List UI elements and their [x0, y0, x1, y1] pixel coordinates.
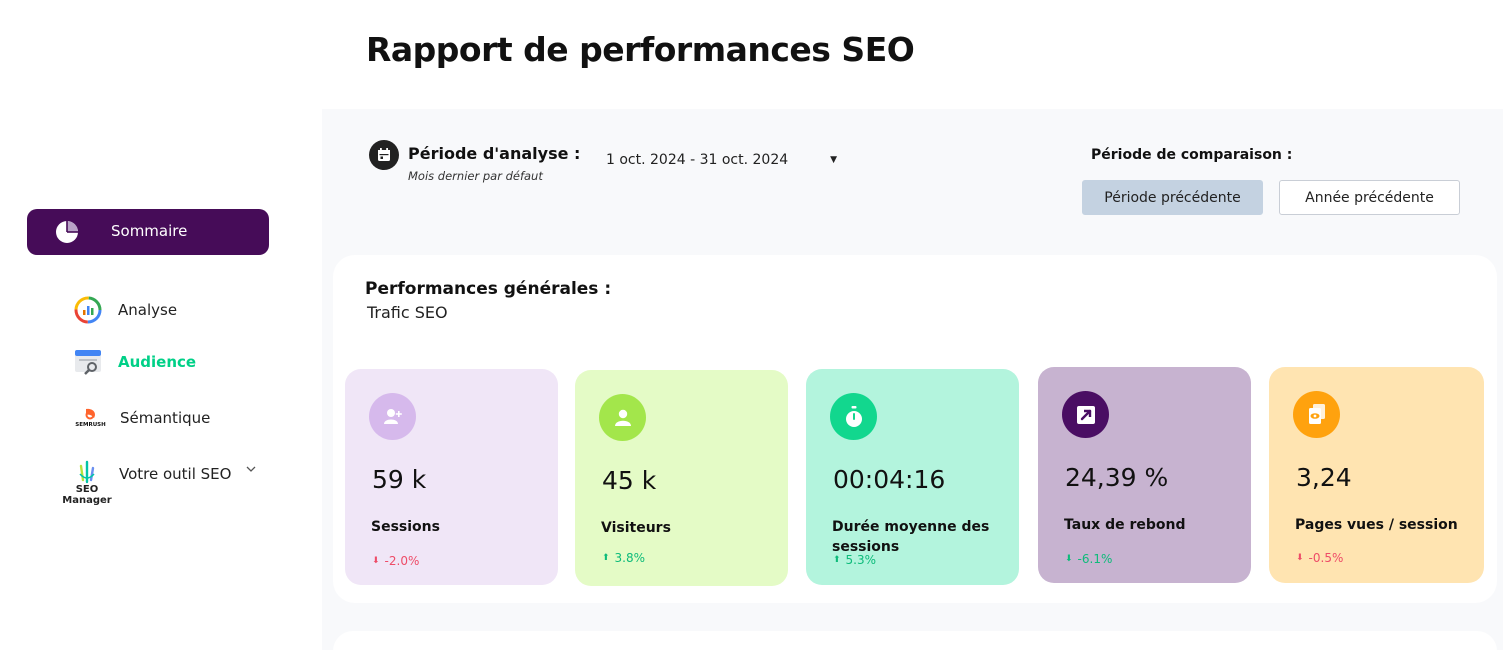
- sidebar-item-semantique[interactable]: SEMRUSH Sémantique: [73, 406, 210, 430]
- arrow-down-icon: ⬇: [1065, 554, 1073, 564]
- semrush-wordmark: SEMRUSH: [75, 422, 106, 428]
- seo-manager-icon: [79, 460, 95, 484]
- calendar-icon: [369, 140, 399, 170]
- chevron-down-icon[interactable]: [245, 463, 257, 475]
- kpi-delta: ⬆ 3.8%: [602, 551, 645, 565]
- add-user-icon: [369, 393, 416, 440]
- kpi-value: 59 k: [372, 465, 427, 494]
- kpi-card-sessions: 59 k Sessions ⬇ -2.0%: [345, 369, 558, 585]
- comparison-period-title: Période de comparaison :: [1091, 147, 1293, 163]
- pie-chart-icon: [56, 221, 78, 243]
- sidebar-item-label: Audience: [118, 353, 197, 371]
- analysis-period-title: Période d'analyse :: [408, 144, 581, 163]
- kpi-card-visiteurs: 45 k Visiteurs ⬆ 3.8%: [575, 370, 788, 586]
- previous-period-button[interactable]: Période précédente: [1082, 180, 1263, 215]
- page-view-icon: [1293, 391, 1340, 438]
- kpi-label: Durée moyenne des sessions: [832, 519, 990, 555]
- kpi-delta: ⬇ -2.0%: [372, 554, 419, 568]
- seo-manager-logo-text: SEO Manager: [62, 484, 112, 506]
- performance-subtitle: Trafic SEO: [367, 303, 448, 322]
- arrow-down-icon: ⬇: [372, 556, 380, 566]
- seo-manager-logo: SEO Manager: [60, 456, 114, 506]
- kpi-label: Pages vues / session: [1295, 517, 1458, 533]
- kpi-delta-value: 3.8%: [614, 551, 646, 565]
- kpi-value: 24,39 %: [1065, 463, 1169, 492]
- sidebar-item-analyse[interactable]: Analyse: [73, 295, 177, 325]
- user-icon: [599, 394, 646, 441]
- kpi-delta-value: -0.5%: [1308, 551, 1344, 565]
- kpi-delta-value: 5.3%: [845, 553, 877, 567]
- date-range-select[interactable]: 1 oct. 2024 - 31 oct. 2024 ▼: [606, 152, 837, 168]
- kpi-card-taux-de-rebond: 24,39 % Taux de rebond ⬇ -6.1%: [1038, 367, 1251, 583]
- kpi-card-pages-vues: 3,24 Pages vues / session ⬇ -0.5%: [1269, 367, 1484, 583]
- search-console-icon: [75, 350, 101, 375]
- arrow-down-icon: ⬇: [1296, 553, 1304, 563]
- sidebar-item-audience[interactable]: Audience: [73, 348, 196, 376]
- sidebar-item-sommaire[interactable]: Sommaire: [27, 209, 269, 255]
- kpi-delta-value: -6.1%: [1077, 552, 1113, 566]
- date-range-value: 1 oct. 2024 - 31 oct. 2024: [606, 152, 789, 168]
- external-arrow-icon: [1062, 391, 1109, 438]
- sidebar-item-label: Votre outil SEO: [119, 465, 232, 483]
- kpi-label: Taux de rebond: [1064, 517, 1186, 533]
- caret-down-icon: ▼: [830, 155, 838, 165]
- kpi-value: 45 k: [602, 466, 657, 495]
- sidebar-item-label: Sommaire: [111, 222, 188, 240]
- kpi-delta-value: -2.0%: [384, 554, 420, 568]
- arrow-up-icon: ⬆: [602, 553, 610, 563]
- kpi-value: 00:04:16: [833, 465, 946, 494]
- kpi-delta: ⬇ -0.5%: [1296, 551, 1343, 565]
- kpi-card-duree-moyenne: 00:04:16 Durée moyenne des sessions ⬆ 5.…: [806, 369, 1019, 585]
- sidebar-item-votre-outil-seo[interactable]: SEO Manager Votre outil SEO: [60, 456, 257, 506]
- previous-year-button[interactable]: Année précédente: [1279, 180, 1460, 215]
- page-title: Rapport de performances SEO: [366, 30, 915, 69]
- kpi-label: Visiteurs: [601, 520, 671, 536]
- kpi-delta: ⬇ -6.1%: [1065, 552, 1112, 566]
- analysis-period-subtitle: Mois dernier par défaut: [408, 169, 543, 183]
- kpi-delta: ⬆ 5.3%: [833, 553, 876, 567]
- analytics-icon: [74, 296, 102, 324]
- next-section-card: [333, 631, 1497, 671]
- performance-title: Performances générales :: [365, 279, 612, 299]
- stopwatch-icon: [830, 393, 877, 440]
- kpi-value: 3,24: [1296, 463, 1352, 492]
- sidebar-item-label: Sémantique: [120, 409, 211, 427]
- sidebar-item-label: Analyse: [118, 301, 178, 319]
- kpi-label: Sessions: [371, 519, 440, 535]
- semrush-logo-icon: SEMRUSH: [75, 408, 106, 428]
- arrow-up-icon: ⬆: [833, 555, 841, 565]
